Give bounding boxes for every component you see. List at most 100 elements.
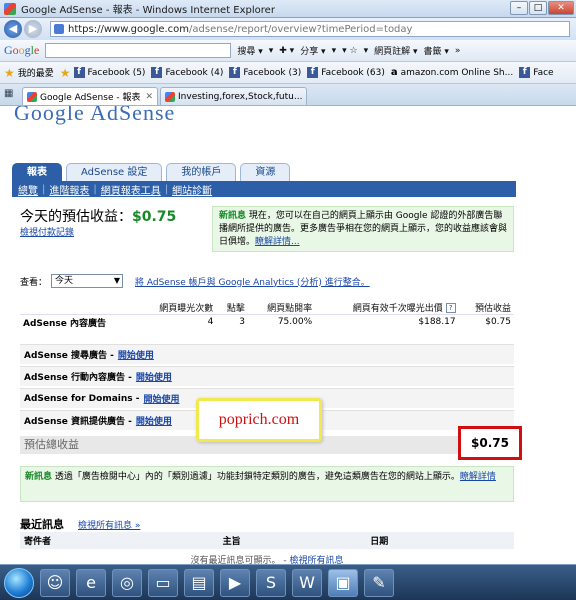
address-domain: https://www.google.com xyxy=(68,23,190,35)
subnav-overview[interactable]: 總覽 xyxy=(18,182,38,197)
browser-tab-adsense[interactable]: Google AdSense - 報表 ✕ xyxy=(22,87,159,105)
forward-button[interactable]: ▶ xyxy=(24,20,42,38)
taskbar-skype-icon[interactable]: S xyxy=(256,568,286,597)
toolbar-share-button[interactable]: 分享 ▾ xyxy=(300,44,325,57)
facebook-icon: f xyxy=(151,67,163,78)
taskbar-ie-icon[interactable]: e xyxy=(76,568,106,597)
favorite-item[interactable]: f Facebook (3) xyxy=(229,67,301,78)
toolbar-tool-5[interactable]: ▾ ☆ xyxy=(342,46,357,56)
col-impressions: 網頁曝光次數 xyxy=(137,290,217,315)
windows-taskbar: ☺ e ◎ ▭ ▤ ▶ S W ▣ ✎ xyxy=(0,564,576,600)
product-row-mobile: AdSense 行動內容廣告 - 開始使用 xyxy=(20,366,514,386)
facebook-icon: f xyxy=(229,67,241,78)
favorite-item[interactable]: f Facebook (4) xyxy=(151,67,223,78)
category-filter-notice: 新訊息 透過「廣告檢閱中心」內的「類別過濾」功能封鎖特定類別的廣告，避免這類廣告… xyxy=(20,466,514,502)
time-period-select[interactable]: 今天 ▼ xyxy=(51,274,124,288)
tab-reports[interactable]: 報表 xyxy=(12,163,62,181)
amazon-icon: a xyxy=(390,67,398,78)
tab-resources[interactable]: 資源 xyxy=(240,163,291,181)
start-button[interactable] xyxy=(4,567,34,598)
recent-messages-heading: 最近訊息 xyxy=(20,518,64,531)
get-started-link[interactable]: 開始使用 xyxy=(144,392,180,405)
google-favicon-icon xyxy=(27,91,37,102)
browser-app-icon xyxy=(4,2,16,15)
get-started-link[interactable]: 開始使用 xyxy=(136,370,172,383)
payment-history-link[interactable]: 檢視付款記錄 xyxy=(20,225,74,238)
browser-tab-investing[interactable]: Investing,forex,Stock,futu... xyxy=(160,87,308,105)
google-toolbar-logo[interactable]: Google xyxy=(4,43,39,58)
row-product-name: AdSense 內容廣告 xyxy=(23,318,106,329)
quick-tabs-icon[interactable]: ▦ xyxy=(4,88,18,102)
facebook-icon: f xyxy=(73,67,85,78)
table-row: AdSense 內容廣告 4 3 75.00% $188.17 $0.75 xyxy=(20,314,514,330)
favorite-item[interactable]: f Face xyxy=(519,67,554,78)
help-icon[interactable]: ? xyxy=(445,303,456,313)
main-nav-tabs: 報表 AdSense 設定 我的帳戶 資源 xyxy=(12,163,294,181)
toolbar-notes-button[interactable]: 網頁註解 ▾ xyxy=(374,44,417,57)
favorite-item[interactable]: f Facebook (63) xyxy=(307,67,385,78)
sub-nav: 總覽 | 進階報表 | 網頁報表工具 | 網站診斷 xyxy=(12,181,516,197)
subnav-site-diagnostics[interactable]: 網站診斷 xyxy=(172,182,212,197)
col-rpm: 網頁有效千次曝光出價 ? xyxy=(315,290,459,315)
messages-table: 寄件者 主旨 日期 沒有最近訊息可顯示。 - 檢視所有訊息 xyxy=(20,532,514,564)
today-earnings-heading: 今天的預估收益：$0.75 xyxy=(20,209,177,225)
taskbar-word-icon[interactable]: W xyxy=(292,568,322,597)
taskbar-photo-icon[interactable]: ▣ xyxy=(328,568,358,597)
analytics-integration-link[interactable]: 將 AdSense 帳戶與 Google Analytics (分析) 進行整合… xyxy=(135,275,370,288)
favorites-bar: ★ 我的最愛 ★ f Facebook (5) f Facebook (4) f Face… xyxy=(0,62,576,84)
toolbar-tool-6[interactable]: ▾ xyxy=(364,46,369,56)
close-tab-icon[interactable]: ✕ xyxy=(145,92,153,102)
taskbar-messenger-icon[interactable]: ☺ xyxy=(40,568,70,597)
new-message-notice: 新訊息 現在，您可以在自己的網頁上顯示由 Google 認證的外部廣告聯播網所提… xyxy=(212,206,514,252)
tab-my-account[interactable]: 我的帳戶 xyxy=(166,163,237,181)
minimize-button[interactable]: – xyxy=(510,1,528,15)
taskbar-app-icon[interactable]: ◎ xyxy=(112,568,142,597)
favorites-button[interactable]: ★ 我的最愛 xyxy=(4,66,54,80)
col-subject: 主旨 xyxy=(218,532,367,549)
maximize-button[interactable]: □ xyxy=(529,1,547,15)
subnav-advanced-reports[interactable]: 進階報表 xyxy=(49,182,89,197)
address-input[interactable]: https://www.google.com/adsense/report/ov… xyxy=(50,21,570,37)
taskbar-paint-icon[interactable]: ✎ xyxy=(364,568,394,597)
table-row: 沒有最近訊息可顯示。 - 檢視所有訊息 xyxy=(190,556,344,564)
toolbar-tool-1[interactable]: ▾ xyxy=(269,46,274,56)
adsense-logo[interactable]: Google AdSense xyxy=(14,106,175,126)
view-period-row: 查看： 今天 ▼ 將 AdSense 帳戶與 Google Analytics … xyxy=(20,274,370,288)
view-all-messages-inline-link[interactable]: 檢視所有訊息 xyxy=(289,556,343,564)
poprich-watermark: poprich.com xyxy=(196,398,322,442)
toolbar-tool-4[interactable]: ▾ xyxy=(332,46,337,56)
get-started-link[interactable]: 開始使用 xyxy=(118,348,154,361)
get-started-link[interactable]: 開始使用 xyxy=(136,414,172,427)
earnings-report-table: 網頁曝光次數 點擊 網頁點閱率 網頁有效千次曝光出價 ? 預估收益 AdSens… xyxy=(20,290,514,330)
notice2-learn-more-link[interactable]: 瞭解詳情 xyxy=(460,472,496,482)
taskbar-window-icon[interactable]: ▭ xyxy=(148,568,178,597)
toolbar-bookmarks-button[interactable]: 書籤 ▾ xyxy=(423,44,448,57)
toolbar-tool-2[interactable]: ✚ ▾ xyxy=(279,46,294,56)
total-earnings-value: $0.75 xyxy=(458,426,522,460)
col-sender: 寄件者 xyxy=(20,532,219,549)
col-clicks: 點擊 xyxy=(216,290,248,315)
tab-adsense-settings[interactable]: AdSense 設定 xyxy=(66,163,163,181)
col-date: 日期 xyxy=(366,532,514,549)
toolbar-search-button[interactable]: 搜尋 ▾ xyxy=(237,44,262,57)
browser-tab-bar: ▦ Google AdSense - 報表 ✕ Investing,forex,… xyxy=(0,84,576,106)
google-toolbar: Google 搜尋 ▾ ▾ ✚ ▾ 分享 ▾ ▾ ▾ ☆ ▾ 網頁註解 ▾ 書籤… xyxy=(0,40,576,62)
back-button[interactable]: ◀ xyxy=(4,20,22,38)
favorite-item[interactable]: ★ f Facebook (5) xyxy=(60,66,146,80)
toolbar-more-button[interactable]: » xyxy=(455,46,461,56)
favorite-item[interactable]: a amazon.com Online Sh... xyxy=(391,67,513,78)
window-title: Google AdSense - 報表 - Windows Internet E… xyxy=(21,5,275,16)
address-path: /adsense/report/overview?timePeriod=toda… xyxy=(189,23,413,35)
favorites-star-icon: ★ xyxy=(4,65,15,80)
toolbar-search-input[interactable] xyxy=(45,43,232,58)
view-all-messages-link[interactable]: 檢視所有訊息 » xyxy=(78,518,140,531)
site-favicon-icon xyxy=(54,24,64,34)
add-favorite-icon: ★ xyxy=(59,65,71,80)
notice-learn-more-link[interactable]: 瞭解詳情... xyxy=(255,237,300,247)
taskbar-media-icon[interactable]: ▶ xyxy=(220,568,250,597)
chevron-down-icon: ▼ xyxy=(113,276,121,285)
subnav-report-tools[interactable]: 網頁報表工具 xyxy=(101,182,161,197)
taskbar-folder-icon[interactable]: ▤ xyxy=(184,568,214,597)
close-window-button[interactable]: ✕ xyxy=(548,1,574,15)
today-earnings-value: $0.75 xyxy=(132,209,177,225)
